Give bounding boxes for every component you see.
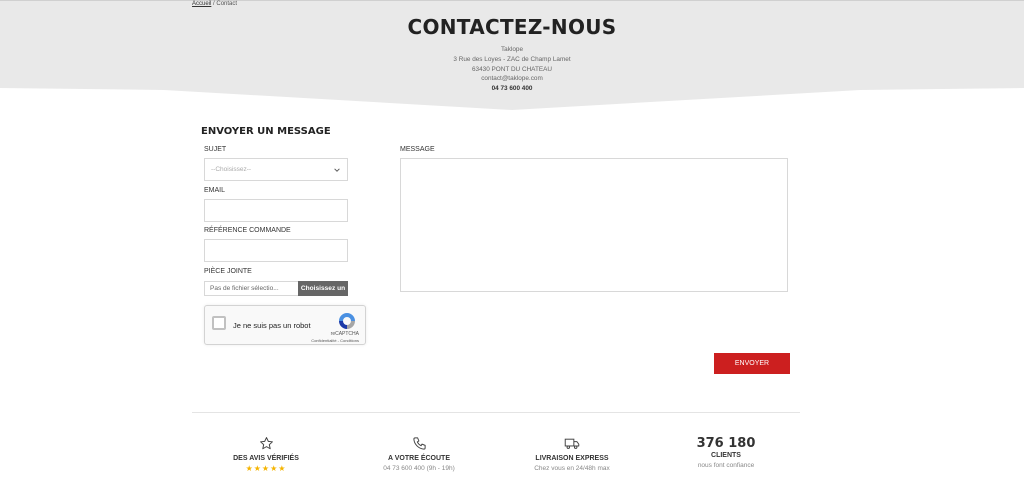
breadcrumb-home-link[interactable]: Accueil: [192, 1, 211, 7]
order-reference-field[interactable]: [204, 239, 348, 262]
subject-label: SUJET: [204, 146, 227, 153]
truck-icon: [564, 438, 580, 449]
city: 63430 PONT DU CHATEAU: [471, 65, 553, 73]
feature-verified-reviews: DES AVIS VÉRIFIÉS ★★★★★: [191, 436, 341, 473]
recaptcha-label: Je ne suis pas un robot: [233, 321, 311, 330]
feature-subtitle: nous font confiance: [697, 462, 755, 469]
send-button[interactable]: ENVOYER: [714, 353, 790, 374]
page-header: Accueil / Contact CONTACTEZ-NOUS Taklope…: [0, 0, 1024, 112]
feature-express-delivery: LIVRAISON EXPRESS Chez vous en 24/48h ma…: [497, 436, 647, 472]
email-label: EMAIL: [204, 187, 226, 194]
subject-select[interactable]: --Choisissez--: [204, 158, 348, 181]
contact-email[interactable]: contact@taklope.com: [0, 74, 1024, 84]
feature-title: LIVRAISON EXPRESS: [535, 455, 609, 462]
footer-divider: [192, 412, 800, 413]
recaptcha-brand: reCAPTCHA: [330, 331, 359, 337]
page-title: CONTACTEZ-NOUS: [407, 15, 617, 39]
breadcrumb: Accueil / Contact: [192, 1, 237, 7]
company-address: Taklope 3 Rue des Loyes - ZAC de Champ L…: [0, 45, 1024, 94]
phone-icon: [412, 437, 426, 450]
email-field[interactable]: [204, 199, 348, 222]
feature-title: A VOTRE ÉCOUTE: [388, 455, 450, 462]
file-input[interactable]: Pas de fichier sélectio... Choisissez un: [204, 281, 348, 296]
file-name-display: Pas de fichier sélectio...: [204, 281, 298, 296]
contact-phone[interactable]: 04 73 600 400: [0, 84, 1024, 94]
message-label: MESSAGE: [400, 146, 435, 153]
street-address: 3 Rue des Loyes - ZAC de Champ Lamet: [453, 55, 571, 63]
attachment-label: PIÈCE JOINTE: [204, 268, 252, 275]
clients-count: 376 180: [696, 436, 756, 451]
message-textarea[interactable]: [400, 158, 788, 292]
choose-file-button[interactable]: Choisissez un: [298, 281, 348, 296]
recaptcha-links[interactable]: Confidentialité - Conditions: [311, 338, 359, 343]
recaptcha-widget: Je ne suis pas un robot reCAPTCHA Confid…: [204, 305, 366, 345]
rating-stars: ★★★★★: [245, 464, 287, 473]
feature-subtitle: 04 73 600 400 (9h - 19h): [383, 465, 455, 472]
feature-title: CLIENTS: [711, 452, 741, 459]
form-title: ENVOYER UN MESSAGE: [201, 126, 331, 137]
feature-listening: A VOTRE ÉCOUTE 04 73 600 400 (9h - 19h): [344, 436, 494, 472]
chevron-down-icon: [334, 167, 340, 172]
recaptcha-checkbox[interactable]: [212, 316, 226, 330]
feature-clients: 376 180 CLIENTS nous font confiance: [651, 436, 801, 469]
company-name: Taklope: [500, 46, 524, 53]
reference-label: RÉFÉRENCE COMMANDE: [204, 227, 291, 234]
feature-title: DES AVIS VÉRIFIÉS: [233, 455, 299, 462]
breadcrumb-current: Contact: [216, 1, 238, 7]
star-outline-icon: [259, 437, 273, 450]
feature-subtitle: Chez vous en 24/48h max: [534, 465, 610, 472]
subject-select-value: --Choisissez--: [211, 166, 252, 173]
recaptcha-logo-icon: [339, 313, 355, 329]
